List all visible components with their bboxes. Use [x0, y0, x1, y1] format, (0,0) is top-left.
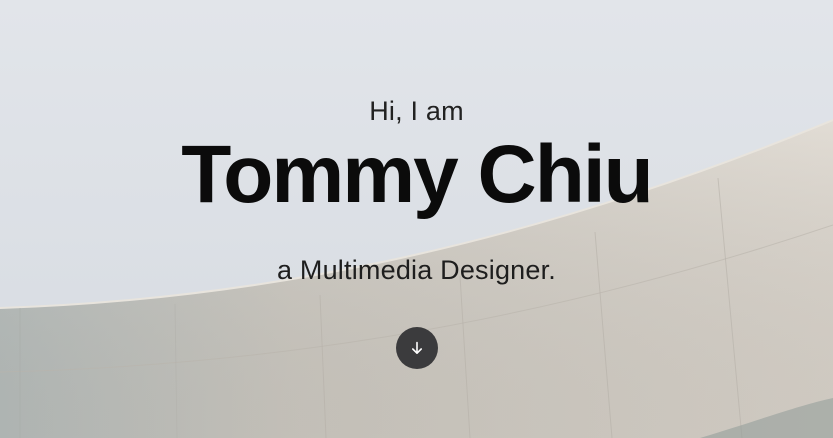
- tagline-text: a Multimedia Designer.: [276, 255, 557, 285]
- arrow-down-icon: [411, 341, 422, 354]
- scroll-down-button[interactable]: [396, 327, 438, 369]
- hero-name-heading: Tommy Chiu: [181, 129, 653, 220]
- hero-section: Hi, I am Tommy Chiu a Multimedia Designe…: [0, 0, 833, 438]
- intro-text: Hi, I am: [369, 96, 464, 126]
